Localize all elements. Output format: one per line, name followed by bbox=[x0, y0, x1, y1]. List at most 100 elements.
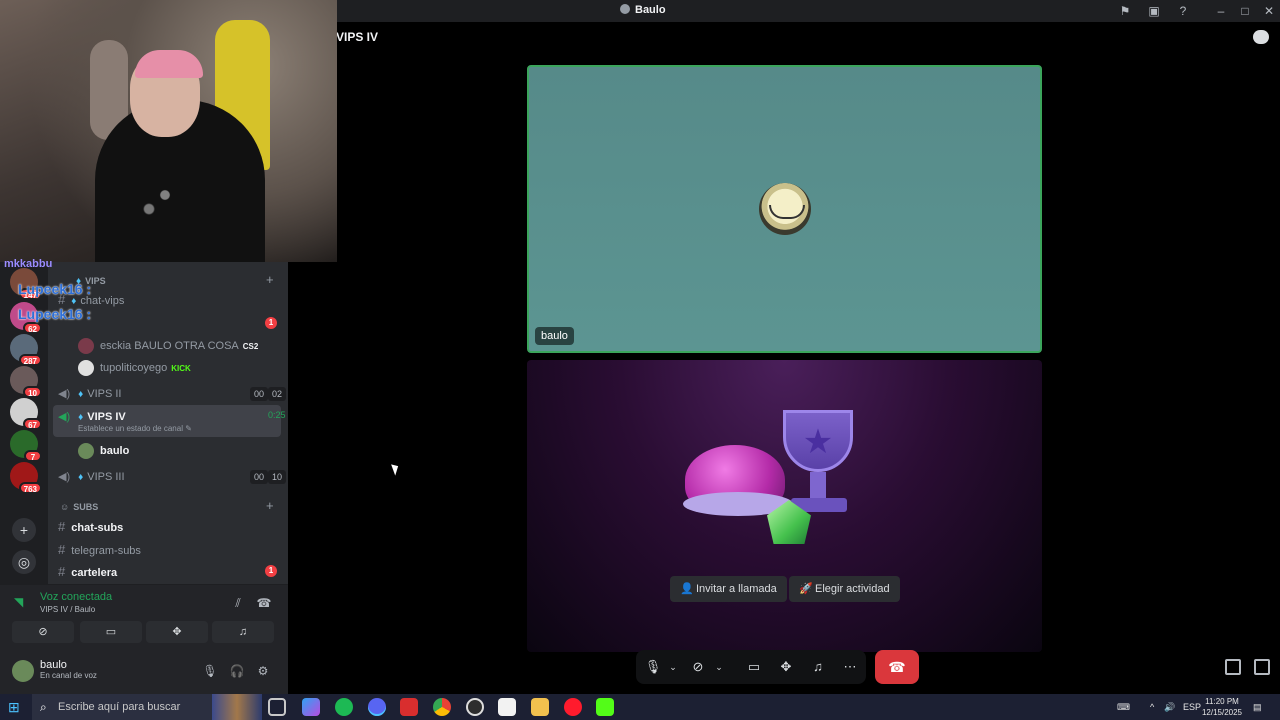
stream-chat-line: Lupeek16 : bbox=[18, 281, 92, 297]
channel-vips-iv[interactable]: ◀) ♦ VIPS IV 0:25 bbox=[58, 410, 288, 423]
camera-off-button[interactable]: ⊘ bbox=[12, 621, 74, 643]
user-panel: baulo En canal de voz 🎙 🎧 ⚙ bbox=[0, 654, 288, 694]
participant-tile[interactable]: baulo bbox=[527, 65, 1042, 353]
discord-icon[interactable] bbox=[368, 698, 386, 716]
search-highlight-image bbox=[212, 694, 262, 720]
explore-icon[interactable]: ◎ bbox=[12, 550, 36, 574]
file-explorer-icon[interactable] bbox=[531, 698, 549, 716]
noise-suppression-icon[interactable]: ⫽ bbox=[230, 595, 246, 611]
maximize-button[interactable]: □ bbox=[1237, 3, 1253, 19]
participant-avatar bbox=[759, 183, 811, 235]
channel-cartelera[interactable]: # cartelera bbox=[58, 564, 288, 579]
add-channel-icon[interactable]: + bbox=[266, 272, 274, 287]
minimize-button[interactable]: – bbox=[1213, 3, 1229, 19]
channel-vips-ii[interactable]: ◀) ♦ VIPS II 00 02 bbox=[58, 387, 288, 401]
channel-status[interactable]: Establece un estado de canal ✎ bbox=[78, 424, 288, 433]
gear-icon[interactable]: ⚙ bbox=[255, 663, 271, 679]
kick-icon[interactable] bbox=[596, 698, 614, 716]
taskbar-clock[interactable]: 11:20 PM 12/15/2025 bbox=[1200, 696, 1244, 718]
server-icon-6[interactable]: 7 bbox=[10, 430, 42, 462]
help-icon[interactable]: ? bbox=[1175, 3, 1191, 19]
unread-badge: 1 bbox=[265, 317, 277, 329]
disconnect-icon[interactable]: ☎ bbox=[256, 595, 272, 611]
avatar[interactable] bbox=[12, 660, 34, 682]
microphone-icon[interactable]: 🎙 bbox=[644, 658, 662, 676]
language-indicator[interactable]: ESP bbox=[1183, 694, 1201, 720]
unread-badge: 62 bbox=[23, 322, 42, 334]
microphone-icon[interactable]: 🎙 bbox=[202, 663, 218, 679]
taskbar-search[interactable]: ⌕ Escribe aquí para buscar bbox=[32, 694, 262, 720]
category-subs[interactable]: ☺ SUBS bbox=[60, 502, 288, 512]
hash-icon: # bbox=[58, 542, 66, 557]
choose-activity-button[interactable]: 🚀 Elegir actividad bbox=[789, 576, 900, 602]
channel-label: VIPS II bbox=[87, 388, 122, 400]
task-view-icon[interactable] bbox=[268, 698, 286, 716]
server-icon-4[interactable]: 10 bbox=[10, 366, 42, 398]
avatar bbox=[78, 338, 94, 354]
channel-vips-iii[interactable]: ◀) ♦ VIPS III 00 10 bbox=[58, 470, 288, 484]
taskbar: ⊞ ⌕ Escribe aquí para buscar ⌨ ^ 🔊 ESP 1… bbox=[0, 694, 1280, 720]
activities-button[interactable]: ✥ bbox=[146, 621, 208, 643]
voice-user-name: esckia BAULO OTRA COSA bbox=[100, 339, 239, 352]
camera-options-chevron-icon[interactable]: ⌄ bbox=[710, 658, 728, 676]
voice-user[interactable]: tupoliticoyego KICK bbox=[78, 360, 288, 376]
signal-icon: ◥ bbox=[14, 595, 24, 609]
popout-icon[interactable] bbox=[1225, 659, 1241, 675]
rocket-icon: 🚀 bbox=[799, 583, 813, 595]
copilot-icon[interactable] bbox=[302, 698, 320, 716]
channel-telegram-subs[interactable]: # telegram-subs bbox=[58, 542, 288, 557]
voice-user[interactable]: esckia BAULO OTRA COSA CS2 bbox=[78, 338, 288, 354]
category-vips[interactable]: ♦ VIPS bbox=[76, 276, 288, 287]
channel-chat-vips[interactable]: # ♦ chat-vips bbox=[58, 292, 288, 307]
user-limit: 10 bbox=[268, 470, 287, 484]
user-name[interactable]: baulo bbox=[40, 659, 67, 671]
add-channel-icon[interactable]: + bbox=[266, 498, 274, 513]
speaker-icon[interactable]: 🔊 bbox=[1164, 694, 1175, 720]
screen-share-button[interactable]: ▭ bbox=[745, 658, 763, 676]
chrome-icon[interactable] bbox=[433, 698, 451, 716]
activities-icon[interactable]: ✥ bbox=[777, 658, 795, 676]
obs-icon[interactable] bbox=[466, 698, 484, 716]
activity-tag: KICK bbox=[171, 363, 191, 373]
streaming-app-icon[interactable] bbox=[400, 698, 418, 716]
unread-badge: 287 bbox=[18, 354, 42, 366]
invite-to-call-button[interactable]: 👤 Invitar a llamada bbox=[670, 576, 787, 602]
chat-icon[interactable] bbox=[1253, 30, 1269, 44]
user-limit: 02 bbox=[268, 387, 287, 401]
window-title-text: Baulo bbox=[635, 4, 666, 16]
screen-share-button[interactable]: ▭ bbox=[80, 621, 142, 643]
add-server-icon[interactable]: + bbox=[12, 518, 36, 542]
soundboard-button[interactable]: ♫ bbox=[212, 621, 274, 643]
chevron-up-icon[interactable]: ^ bbox=[1150, 694, 1154, 720]
windows-start-icon[interactable]: ⊞ bbox=[8, 700, 22, 714]
more-options-icon[interactable]: ⋯ bbox=[841, 658, 859, 676]
camera-off-icon[interactable]: ⊘ bbox=[689, 658, 707, 676]
unread-badge: 67 bbox=[23, 418, 42, 430]
stream-chat-overlay: mkkabbu bbox=[4, 258, 53, 270]
screen-share-icon[interactable]: ▣ bbox=[1146, 3, 1162, 19]
voice-status[interactable]: Voz conectada bbox=[40, 591, 112, 603]
opera-icon[interactable] bbox=[564, 698, 582, 716]
speaker-icon: ◀) bbox=[58, 388, 71, 400]
voice-location[interactable]: VIPS IV / Baulo bbox=[40, 605, 95, 614]
server-icon bbox=[620, 4, 630, 14]
server-icon-7[interactable]: 763 bbox=[10, 462, 42, 494]
spotify-icon[interactable] bbox=[335, 698, 353, 716]
speaker-icon: ◀) bbox=[58, 471, 71, 483]
capcut-icon[interactable] bbox=[498, 698, 516, 716]
search-icon: ⌕ bbox=[40, 700, 47, 714]
inbox-icon[interactable]: ⚑ bbox=[1117, 3, 1133, 19]
fullscreen-icon[interactable] bbox=[1254, 659, 1270, 675]
diamond-icon: ♦ bbox=[78, 389, 84, 400]
close-button[interactable]: ✕ bbox=[1261, 3, 1277, 19]
server-icon-5[interactable]: 67 bbox=[10, 398, 42, 430]
mic-options-chevron-icon[interactable]: ⌄ bbox=[664, 658, 682, 676]
server-icon-3[interactable]: 287 bbox=[10, 334, 42, 366]
keyboard-icon[interactable]: ⌨ bbox=[1117, 694, 1130, 720]
channel-chat-subs[interactable]: # chat-subs bbox=[58, 519, 288, 534]
voice-user[interactable]: baulo bbox=[78, 443, 288, 459]
headphones-icon[interactable]: 🎧 bbox=[229, 663, 245, 679]
notification-icon[interactable]: ▤ bbox=[1253, 694, 1262, 720]
soundboard-icon[interactable]: ♫ bbox=[809, 658, 827, 676]
disconnect-button[interactable]: ☎ bbox=[875, 650, 919, 684]
